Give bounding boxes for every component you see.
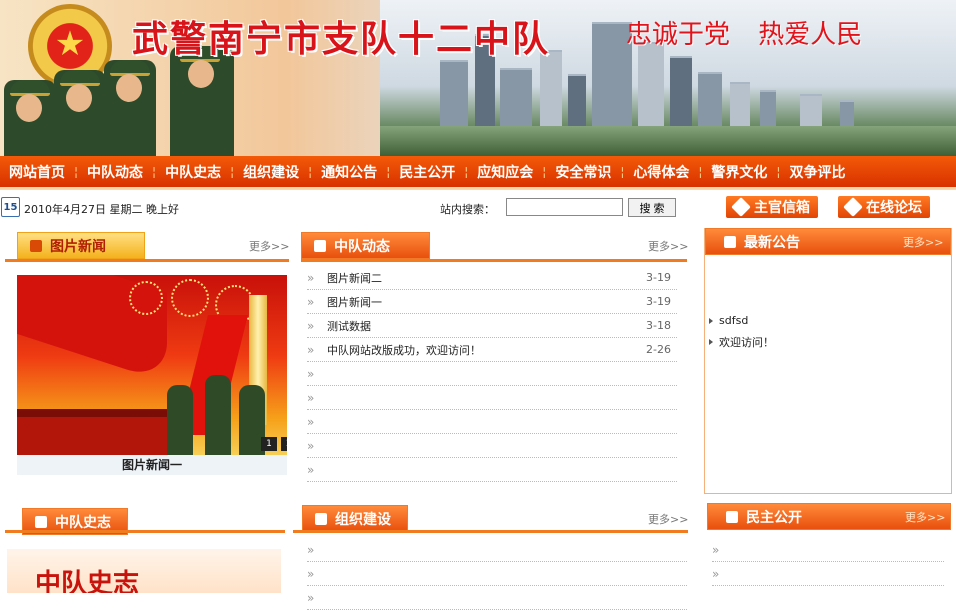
list-item[interactable]: » bbox=[712, 562, 944, 586]
double-chevron-icon: » bbox=[307, 414, 314, 429]
site-title: 武警南宁市支队十二中队 bbox=[132, 18, 551, 60]
list-item[interactable]: » bbox=[307, 386, 677, 410]
document-icon bbox=[35, 515, 47, 528]
notices-list: sdfsd 欢迎访问！ bbox=[709, 310, 945, 352]
notice-icon bbox=[724, 235, 736, 248]
list-item-date: 3-18 bbox=[646, 319, 671, 332]
nav-item[interactable]: 民主公开 bbox=[390, 162, 464, 182]
history-image[interactable]: 中队史志 bbox=[7, 549, 281, 593]
search-button[interactable]: 搜 索 bbox=[628, 198, 676, 217]
nav-item[interactable]: 安全常识 bbox=[546, 162, 620, 182]
dynamics-title: 中队动态 bbox=[334, 238, 390, 255]
main-nav: 网站首页 ¦ 中队动态 ¦ 中队史志 ¦ 组织建设 ¦ 通知公告 ¦ 民主公开 ¦ 应知应会 ¦ 安全常识 ¦… bbox=[0, 156, 956, 190]
double-chevron-icon: » bbox=[307, 438, 314, 453]
notice-item[interactable]: 欢迎访问！ bbox=[709, 331, 945, 352]
list-item-date: 3-19 bbox=[646, 295, 671, 308]
list-item[interactable]: » bbox=[307, 410, 677, 434]
list-item-title: 测试数据 bbox=[327, 319, 371, 333]
dynamics-more-link[interactable]: 更多>> bbox=[648, 238, 688, 254]
mailbox-label: 主官信箱 bbox=[754, 200, 810, 216]
document-icon bbox=[726, 510, 738, 523]
democracy-more-link[interactable]: 更多>> bbox=[905, 509, 945, 525]
nav-item[interactable]: 中队动态 bbox=[78, 162, 152, 182]
nav-item[interactable]: 通知公告 bbox=[312, 162, 386, 182]
tab-organization[interactable]: 组织建设 bbox=[302, 505, 408, 532]
history-title: 中队史志 bbox=[55, 514, 111, 531]
double-chevron-icon: » bbox=[307, 270, 314, 285]
list-item[interactable]: » bbox=[307, 434, 677, 458]
nav-item[interactable]: 网站首页 bbox=[0, 162, 74, 182]
double-chevron-icon: » bbox=[307, 542, 314, 557]
nav-item[interactable]: 中队史志 bbox=[156, 162, 230, 182]
slogan: 忠诚于党 热爱人民 bbox=[626, 20, 863, 50]
list-item[interactable]: » 图片新闻二 3-19 bbox=[307, 266, 677, 290]
search-input[interactable] bbox=[506, 198, 623, 216]
list-item[interactable]: » bbox=[307, 538, 687, 562]
tab-photo-news[interactable]: 图片新闻 bbox=[17, 232, 145, 259]
list-item-date: 3-19 bbox=[646, 271, 671, 284]
slide-page-2[interactable]: 2 bbox=[281, 437, 287, 451]
notice-item[interactable]: sdfsd bbox=[709, 310, 945, 331]
history-image-text: 中队史志 bbox=[35, 569, 140, 593]
list-item[interactable]: » bbox=[307, 562, 687, 586]
list-item[interactable]: » 图片新闻一 3-19 bbox=[307, 290, 677, 314]
photo-news-more-link[interactable]: 更多>> bbox=[249, 238, 289, 254]
notices-panel bbox=[704, 228, 952, 494]
list-item[interactable]: » bbox=[307, 458, 677, 482]
forum-icon bbox=[843, 197, 863, 217]
organization-title: 组织建设 bbox=[335, 511, 391, 528]
header-banner: ★ 武警南宁市支队十二中队 忠诚于党 热爱人民 bbox=[0, 0, 956, 156]
double-chevron-icon: » bbox=[307, 390, 314, 405]
double-chevron-icon: » bbox=[307, 294, 314, 309]
double-chevron-icon: » bbox=[307, 366, 314, 381]
mailbox-button[interactable]: 主官信箱 bbox=[726, 196, 818, 218]
photo-news-image[interactable]: 1 2 bbox=[17, 275, 287, 455]
tab-dynamics[interactable]: 中队动态 bbox=[301, 232, 430, 259]
bullet-icon bbox=[709, 317, 713, 324]
list-item-title: 图片新闻一 bbox=[327, 295, 382, 309]
double-chevron-icon: » bbox=[307, 342, 314, 357]
photo-news-title: 图片新闻 bbox=[50, 238, 106, 255]
document-icon bbox=[315, 512, 327, 525]
nav-item[interactable]: 组织建设 bbox=[234, 162, 308, 182]
forum-label: 在线论坛 bbox=[866, 200, 922, 216]
mail-icon bbox=[731, 197, 751, 217]
nav-item[interactable]: 警界文化 bbox=[702, 162, 776, 182]
list-item[interactable]: » 中队网站改版成功，欢迎访问！ 2-26 bbox=[307, 338, 677, 362]
list-item-title: 图片新闻二 bbox=[327, 271, 382, 285]
news-icon bbox=[30, 239, 42, 252]
nav-item[interactable]: 心得体会 bbox=[624, 162, 698, 182]
list-item[interactable]: » bbox=[307, 362, 677, 386]
nav-item[interactable]: 双争评比 bbox=[780, 162, 854, 182]
notice-item-title: 欢迎访问！ bbox=[719, 335, 774, 349]
forum-button[interactable]: 在线论坛 bbox=[838, 196, 930, 218]
double-chevron-icon: » bbox=[307, 318, 314, 333]
notices-title: 最新公告 bbox=[744, 234, 800, 251]
nav-item[interactable]: 应知应会 bbox=[468, 162, 542, 182]
list-item[interactable]: » bbox=[307, 586, 687, 610]
date-greeting: 2010年4月27日 星期二 晚上好 bbox=[24, 203, 179, 216]
double-chevron-icon: » bbox=[307, 462, 314, 477]
organization-list: » » » bbox=[307, 538, 687, 610]
double-chevron-icon: » bbox=[307, 566, 314, 581]
news-icon bbox=[314, 239, 326, 252]
search-label: 站内搜索： bbox=[440, 203, 495, 216]
bullet-icon bbox=[709, 338, 713, 345]
info-bar: 15 2010年4月27日 星期二 晚上好 站内搜索： 搜 索 主官信箱 在线论… bbox=[0, 193, 956, 223]
organization-more-link[interactable]: 更多>> bbox=[648, 511, 688, 527]
calendar-icon: 15 bbox=[1, 197, 20, 217]
double-chevron-icon: » bbox=[712, 566, 719, 581]
double-chevron-icon: » bbox=[712, 542, 719, 557]
notices-more-link[interactable]: 更多>> bbox=[903, 234, 943, 250]
dynamics-list: » 图片新闻二 3-19 » 图片新闻一 3-19 » 测试数据 3-18 » 中队网站改版成功，欢… bbox=[307, 266, 677, 482]
list-item[interactable]: » 测试数据 3-18 bbox=[307, 314, 677, 338]
notice-item-title: sdfsd bbox=[719, 314, 749, 327]
democracy-list: »» bbox=[712, 538, 944, 586]
list-item-date: 2-26 bbox=[646, 343, 671, 356]
democracy-title: 民主公开 bbox=[746, 509, 802, 526]
list-item[interactable]: » bbox=[712, 538, 944, 562]
slide-page-1[interactable]: 1 bbox=[261, 437, 277, 451]
photo-caption[interactable]: 图片新闻一 bbox=[17, 455, 287, 475]
list-item-title: 中队网站改版成功，欢迎访问！ bbox=[327, 343, 481, 357]
